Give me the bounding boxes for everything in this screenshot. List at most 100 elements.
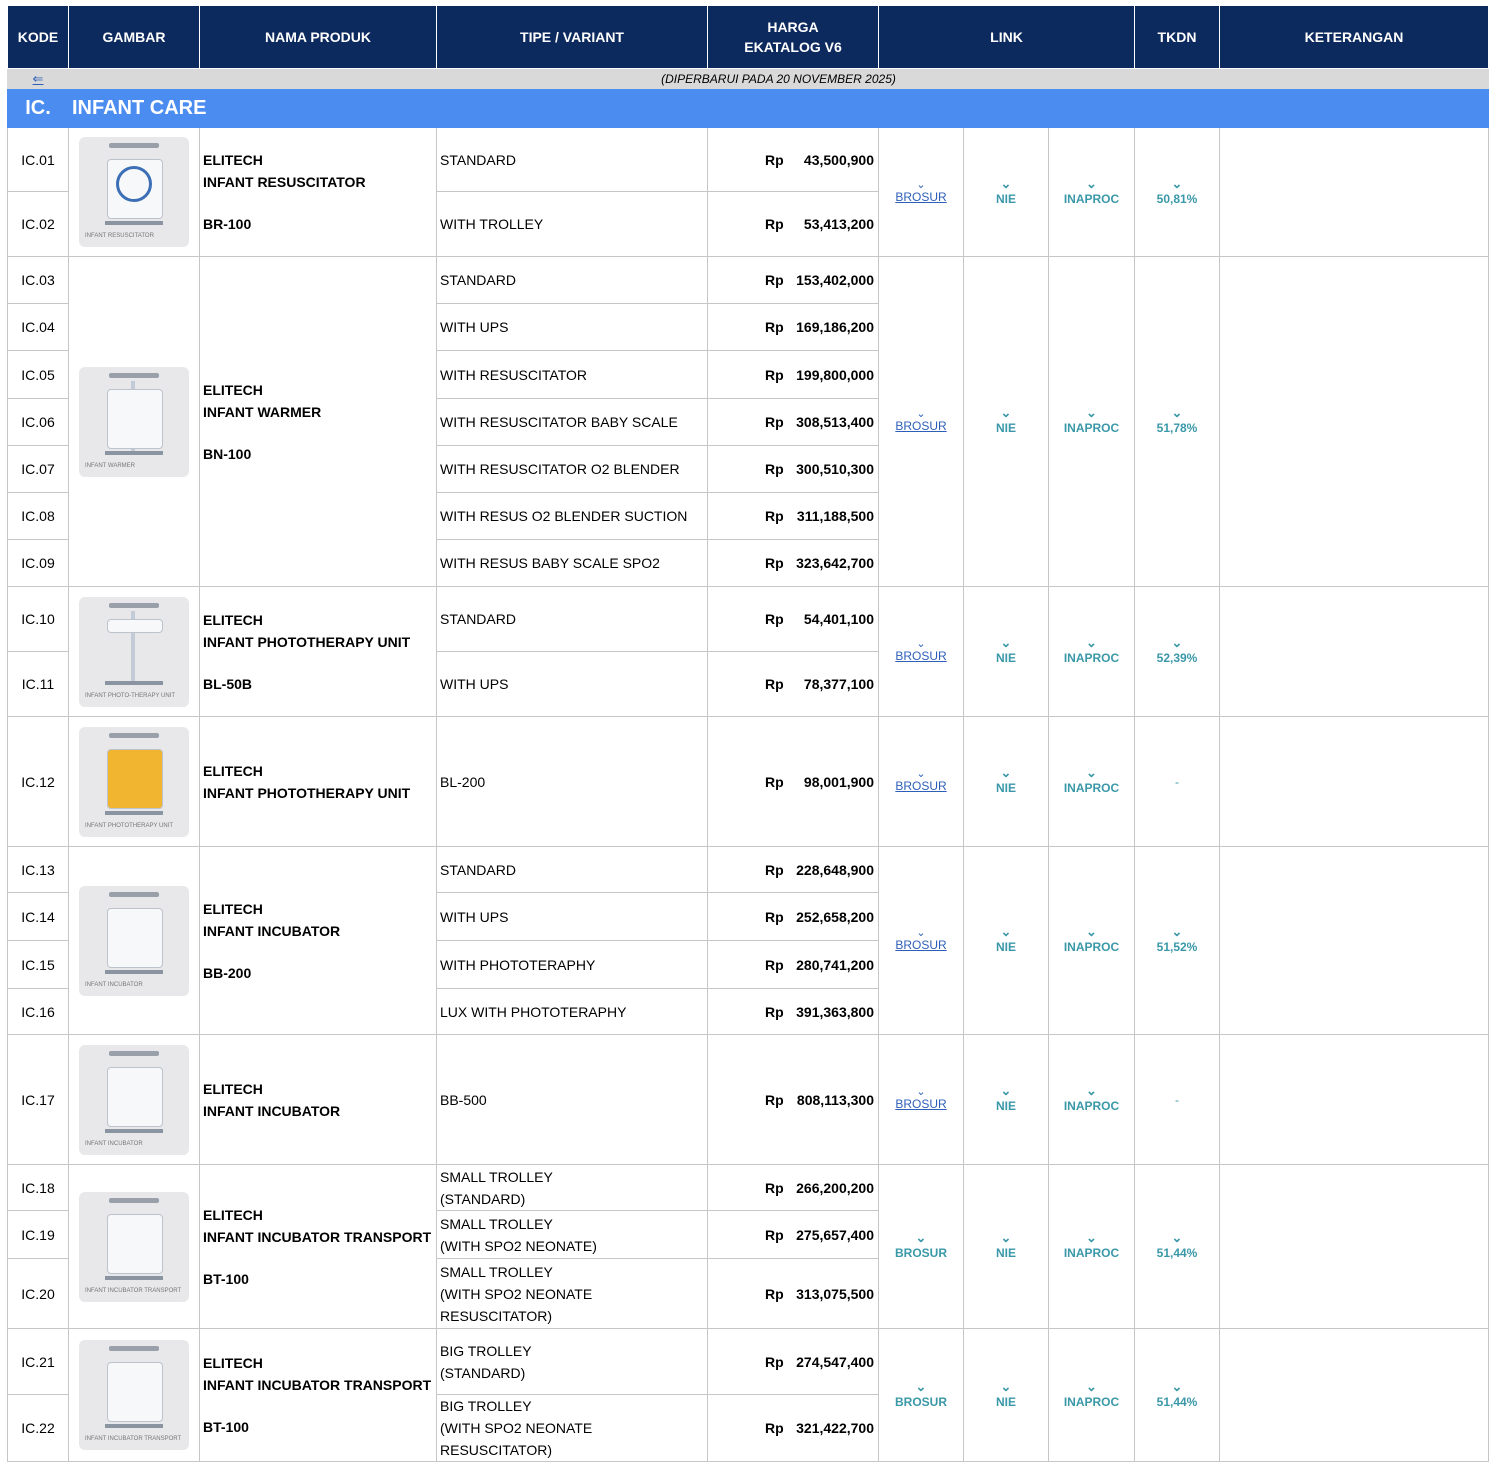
device-icon [107,1362,163,1422]
price-value: 43,500,900 [803,151,874,168]
inaproc-label: INAPROC [1063,1099,1120,1113]
chevron-down-icon: ⌄ [1086,924,1097,939]
price-wrap: Rp 308,513,400 [711,414,874,430]
chevron-down-icon: ⌄ [1171,635,1183,650]
product-code: IC.13 [7,846,69,893]
product-type: BL-50B [203,675,253,692]
link-brosur-2[interactable]: ⌄ BROSUR [878,586,964,717]
product-code: IC.12 [7,716,69,847]
link-nie-7[interactable]: ⌄ NIE [963,1328,1049,1462]
brosur-label: BROSUR [895,779,947,793]
inaproc-label: INAPROC [1063,781,1120,795]
price-wrap: Rp 311,188,500 [711,508,874,524]
link-inaproc-5[interactable]: ⌄ INAPROC [1048,1034,1135,1165]
link-brosur-1[interactable]: ⌄ BROSUR [878,256,964,587]
price-wrap: Rp 153,402,000 [711,272,874,288]
keterangan-cell [1219,127,1489,257]
link-nie-6[interactable]: ⌄ NIE [963,1164,1049,1329]
product-code: IC.15 [7,940,69,989]
product-code: IC.09 [7,539,69,587]
brand-logo-icon [109,1197,159,1203]
link-brosur-7[interactable]: ⌄ BROSUR [878,1328,964,1462]
brosur-label: BROSUR [895,419,947,433]
variant-label: RESUSCITATOR) [440,1442,553,1458]
link-inaproc-6[interactable]: ⌄ INAPROC [1048,1164,1135,1329]
variant: STANDARD [436,256,708,304]
image-caption: INFANT WARMER [85,462,136,469]
price: Rp 313,075,500 [707,1258,879,1329]
link-nie-4[interactable]: ⌄ NIE [963,846,1049,1035]
link-nie-3[interactable]: ⌄ NIE [963,716,1049,847]
link-inaproc-1[interactable]: ⌄ INAPROC [1048,256,1135,587]
header-row: KODE GAMBAR NAMA PRODUK TIPE / VARIANT H… [7,5,1489,69]
link-nie-1[interactable]: ⌄ NIE [963,256,1049,587]
device-base-icon [105,1424,163,1428]
tkdn-link[interactable]: ⌄ 52,39% [1134,586,1220,717]
link-inaproc-3[interactable]: ⌄ INAPROC [1048,716,1135,847]
variant-label: BIG TROLLEY [440,1342,532,1359]
price-value: 53,413,200 [803,216,874,232]
link-inaproc-0[interactable]: ⌄ INAPROC [1048,127,1135,257]
currency: Rp [765,1091,784,1108]
currency: Rp [765,908,784,925]
tkdn-value: - [1134,1034,1220,1165]
currency: Rp [765,366,784,383]
price-value: 308,513,400 [796,414,874,430]
link-nie-0[interactable]: ⌄ NIE [963,127,1049,257]
tkdn-value: 51,44% [1156,1246,1198,1260]
variant: WITH RESUSCITATOR O2 BLENDER [436,445,708,493]
link-inaproc-2[interactable]: ⌄ INAPROC [1048,586,1135,717]
link-brosur-3[interactable]: ⌄ BROSUR [878,716,964,847]
device-icon [107,748,163,809]
product-name: ELITECH INFANT INCUBATOR BB-200 [199,846,437,1035]
product-code: IC.20 [7,1258,69,1329]
link-brosur-4[interactable]: ⌄ BROSUR [878,846,964,1035]
back-arrow-link[interactable]: ⇐ [7,68,69,89]
product-image: INFANT RESUSCITATOR [68,127,200,257]
image-caption: INFANT INCUBATOR [85,1140,143,1147]
brand-name: ELITECH [203,1355,263,1371]
link-nie-5[interactable]: ⌄ NIE [963,1034,1049,1165]
product-name: ELITECH INFANT WARMER BN-100 [199,256,437,587]
brand-logo-icon [109,891,159,897]
updated-note: (DIPERBARUI PADA 20 NOVEMBER 2025) [68,68,1489,89]
device-base-icon [105,680,163,685]
variant-label: BIG TROLLEY [440,1398,532,1414]
tkdn-link[interactable]: ⌄ 51,44% [1134,1328,1220,1462]
nie-label: NIE [995,781,1016,795]
variant: WITH RESUS O2 BLENDER SUCTION [436,492,708,540]
product-type: BT-100 [203,1419,249,1435]
price-value: 274,547,400 [796,1353,874,1370]
tkdn-link[interactable]: ⌄ 50,81% [1134,127,1220,257]
device-icon [107,388,163,449]
keterangan-cell [1219,716,1489,847]
product-code: IC.19 [7,1210,69,1259]
chevron-down-icon: ⌄ [1086,175,1097,191]
brand-logo-icon [109,1346,159,1351]
link-brosur-5[interactable]: ⌄ BROSUR [878,1034,964,1165]
product-code: IC.08 [7,492,69,540]
price-value: 98,001,900 [803,773,874,790]
brand-logo-icon [109,372,159,378]
currency: Rp [765,773,784,790]
nie-label: NIE [995,1099,1016,1113]
chevron-down-icon: ⌄ [915,1378,927,1394]
link-inaproc-4[interactable]: ⌄ INAPROC [1048,846,1135,1035]
variant-label: (STANDARD) [440,1364,526,1381]
product-code: IC.01 [7,127,69,192]
link-brosur-6[interactable]: ⌄ BROSUR [878,1164,964,1329]
link-brosur-0[interactable]: ⌄ BROSUR [878,127,964,257]
tkdn-link[interactable]: ⌄ 51,44% [1134,1164,1220,1329]
price: Rp 280,741,200 [707,940,879,989]
variant-label: WITH RESUS BABY SCALE SPO2 [440,555,660,571]
link-inaproc-7[interactable]: ⌄ INAPROC [1048,1328,1135,1462]
product-title: INFANT INCUBATOR [203,922,341,939]
tkdn-link[interactable]: ⌄ 51,78% [1134,256,1220,587]
variant-label: SMALL TROLLEY [440,1215,553,1232]
variant: SMALL TROLLEY (WITH SPO2 NEONATE RESUSCITA… [436,1258,708,1329]
tkdn-link[interactable]: ⌄ 51,52% [1134,846,1220,1035]
brand-name: ELITECH [203,900,263,917]
link-nie-2[interactable]: ⌄ NIE [963,586,1049,717]
currency: Rp [765,555,784,571]
product-name: ELITECH INFANT PHOTOTHERAPY UNIT BL-50B [199,586,437,717]
